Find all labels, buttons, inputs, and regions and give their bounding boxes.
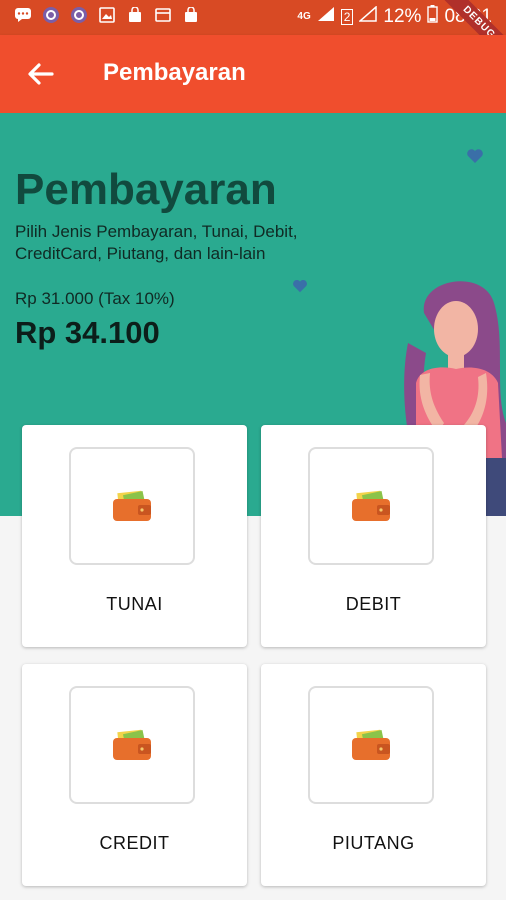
payment-option-tunai[interactable]: TUNAI: [22, 425, 247, 647]
subtotal-text: Rp 31.000 (Tax 10%): [15, 289, 175, 308]
wallet-icon: [113, 729, 151, 760]
notification-icons: [14, 6, 200, 24]
total-amount: Rp 34.100: [15, 315, 160, 350]
shopping-bag-icon: [182, 6, 200, 24]
wallet-icon: [352, 729, 390, 760]
battery-icon: [427, 4, 439, 29]
option-icon-frame: [308, 686, 434, 804]
wallet-icon: [113, 490, 151, 521]
page-title: Pembayaran: [103, 59, 246, 86]
hero-title: Pembayaran: [15, 165, 277, 214]
app-circle-icon: [42, 6, 60, 24]
signal-icon: [317, 6, 335, 28]
option-label: TUNAI: [106, 594, 163, 614]
heart-icon: [467, 149, 483, 163]
shopping-bag-icon: [126, 6, 144, 24]
chat-icon: [14, 6, 32, 24]
wallet-icon: [352, 490, 390, 521]
arrow-back-icon: [28, 63, 54, 85]
payment-option-credit[interactable]: CREDIT: [22, 664, 247, 886]
option-icon-frame: [308, 447, 434, 565]
network-label: 4G: [297, 11, 311, 22]
status-bar: 4G 2 12% 08:31 DEBUG: [0, 0, 506, 68]
option-label: DEBIT: [345, 594, 402, 614]
option-icon-frame: [69, 447, 195, 565]
heart-icon: [293, 279, 307, 293]
option-label: CREDIT: [99, 833, 170, 853]
payment-option-debit[interactable]: DEBIT: [261, 425, 486, 647]
battery-percent: 12%: [383, 5, 422, 27]
app-bar: Pembayaran: [0, 35, 506, 113]
clock: 08:31: [444, 5, 492, 27]
app-circle-icon: [70, 6, 88, 24]
image-icon: [98, 6, 116, 24]
hero-description: Pilih Jenis Pembayaran, Tunai, Debit, Cr…: [15, 222, 298, 263]
option-label: PIUTANG: [332, 833, 415, 853]
system-status: 4G 2 12% 08:31: [297, 4, 492, 29]
back-button[interactable]: [22, 57, 58, 93]
browser-icon: [154, 6, 172, 24]
option-icon-frame: [69, 686, 195, 804]
signal-icon: [358, 4, 378, 28]
payment-option-piutang[interactable]: PIUTANG: [261, 664, 486, 886]
sim-badge: 2: [340, 8, 354, 25]
